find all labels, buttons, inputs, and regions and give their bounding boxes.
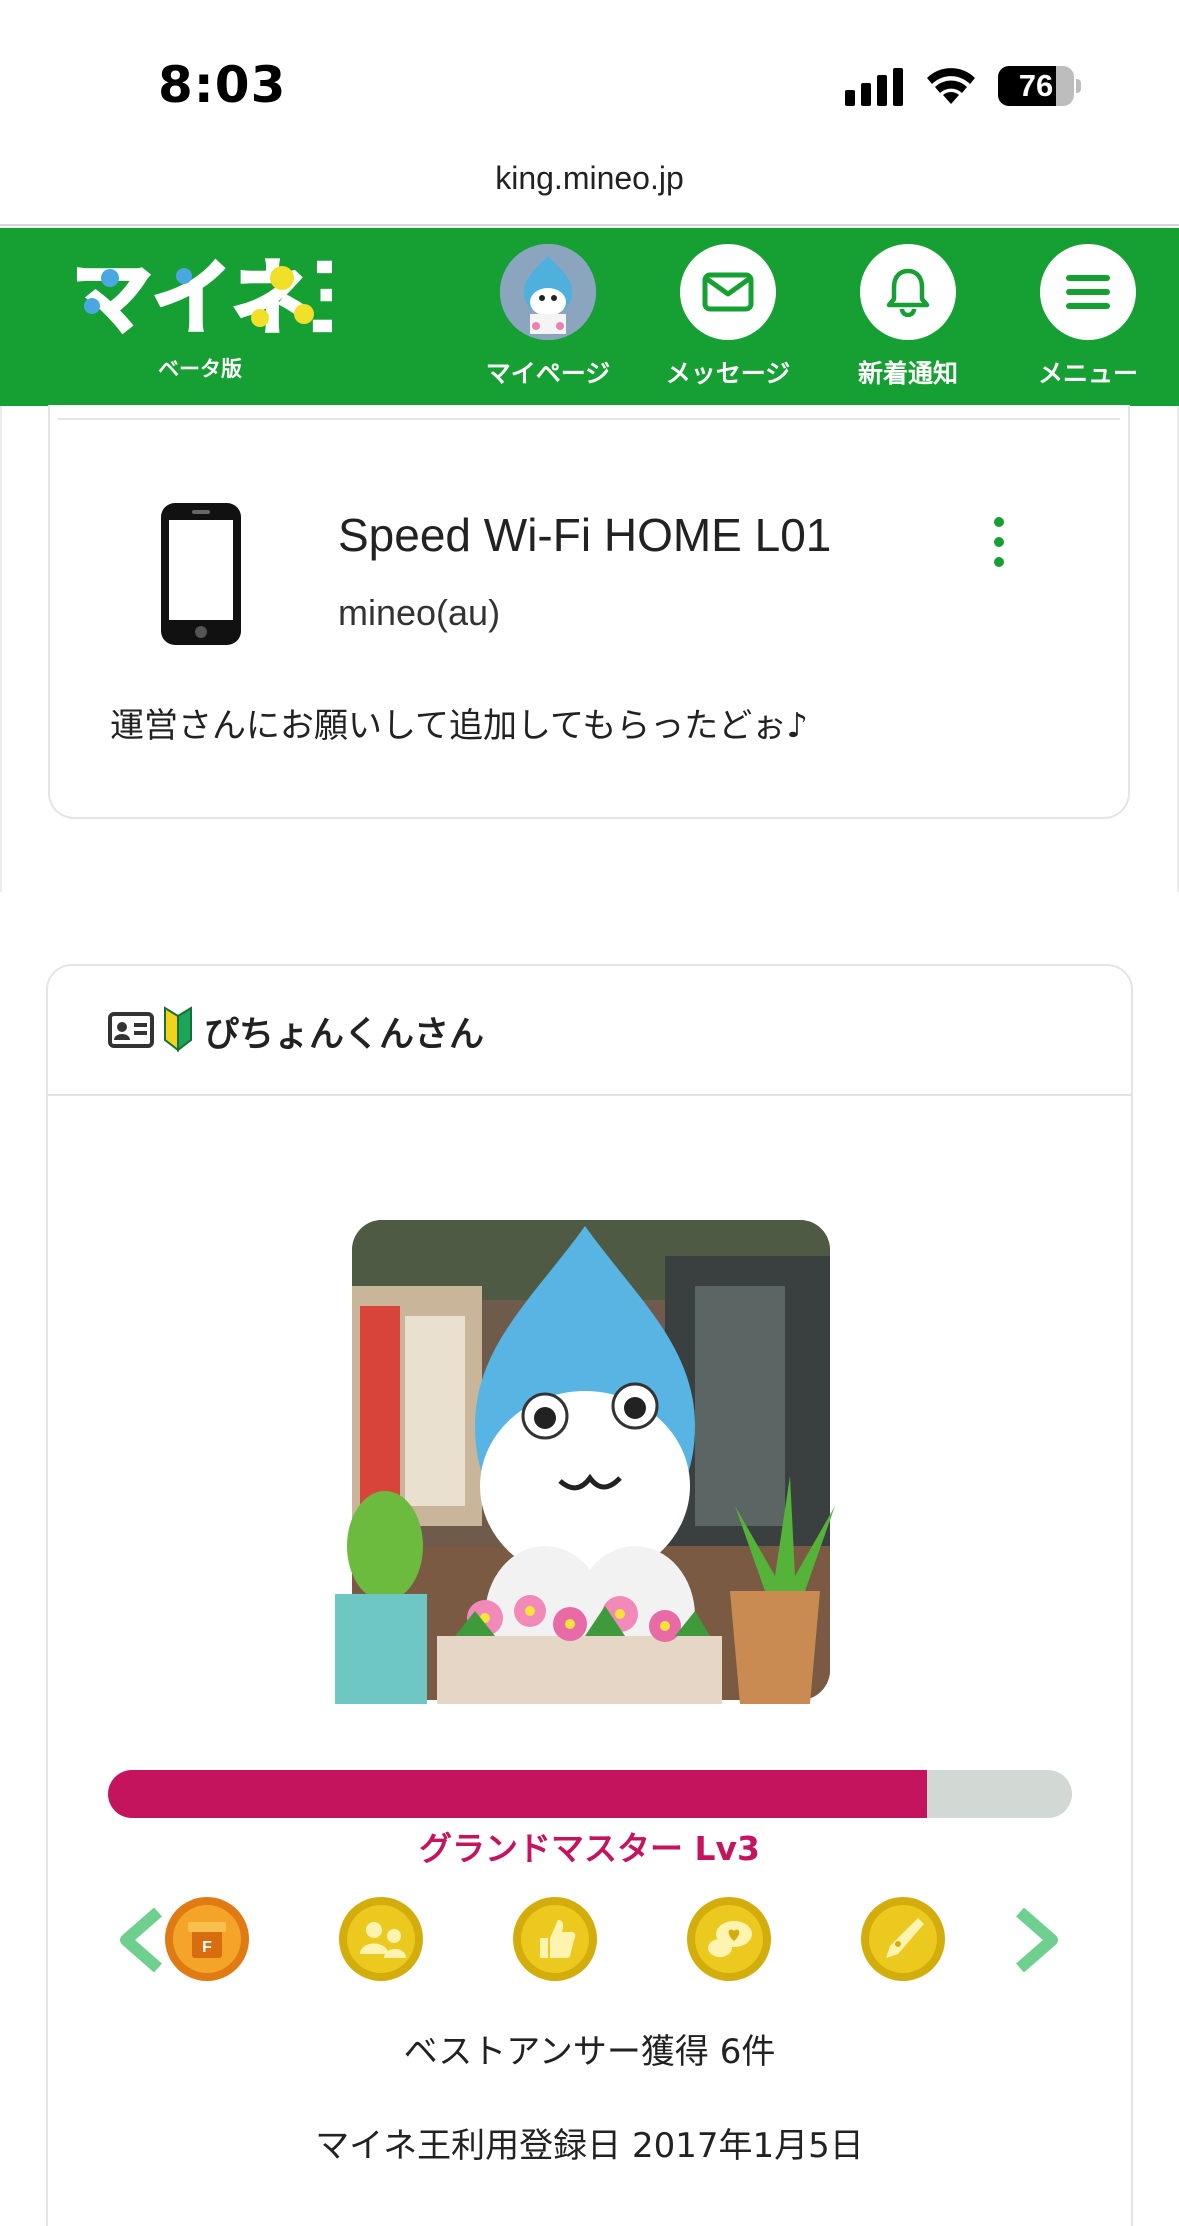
- pen-badge-icon[interactable]: [860, 1896, 946, 1982]
- device-name: Speed Wi-Fi HOME L01: [338, 509, 832, 561]
- battery-percent: 76: [1018, 68, 1054, 103]
- bell-icon: [886, 268, 930, 317]
- nav-mypage-label: マイページ: [485, 359, 611, 388]
- rank-label: グランドマスター Lv3: [419, 1829, 760, 1868]
- divider: [0, 406, 2, 892]
- divider: [58, 418, 1120, 420]
- status-time: 8:03: [158, 56, 287, 114]
- nav-menu-label: メニュー: [1037, 359, 1138, 388]
- registration-date: マイネ王利用登録日 2017年1月5日: [315, 2126, 864, 2166]
- people-badge-icon[interactable]: [338, 1896, 424, 1982]
- nav-message-label: メッセージ: [665, 359, 791, 388]
- id-card-icon: [108, 1012, 154, 1048]
- more-options-icon[interactable]: [984, 514, 1014, 570]
- logo-beta-label: ベータ版: [158, 357, 242, 381]
- profile-avatar-image: [335, 1220, 835, 1704]
- site-header: マイネ王 ベータ版 マイページ: [0, 228, 1179, 406]
- level-progress-bar: [108, 1770, 1072, 1818]
- smartphone-icon: [161, 503, 241, 645]
- gift-badge-icon[interactable]: F: [164, 1896, 250, 1982]
- device-carrier: mineo(au): [338, 592, 501, 633]
- svg-text:F: F: [202, 1939, 212, 1956]
- level-progress-fill: [108, 1770, 928, 1818]
- cellular-signal-icon: [845, 68, 903, 106]
- envelope-icon: [702, 272, 754, 312]
- best-answer-count: ベストアンサー獲得 6件: [403, 2032, 776, 2072]
- nav-mypage[interactable]: マイページ: [473, 244, 623, 394]
- address-bar-url[interactable]: king.mineo.jp: [0, 160, 1179, 197]
- chevron-left-icon[interactable]: [118, 1908, 168, 1972]
- divider: [0, 224, 1179, 226]
- beginner-mark-icon: [164, 1006, 192, 1052]
- profile-name: ぴちょんくんさん: [204, 1015, 485, 1055]
- nav-notifications[interactable]: 新着通知: [833, 244, 983, 394]
- chat-heart-badge-icon[interactable]: [686, 1896, 772, 1982]
- battery-icon: 76: [998, 66, 1081, 106]
- device-comment: 運営さんにお願いして追加してもらったどぉ♪: [110, 706, 808, 746]
- avatar: [500, 244, 596, 340]
- status-bar: 8:03 76 king.mineo.jp: [0, 0, 1179, 196]
- wifi-icon: [927, 68, 975, 104]
- chevron-right-icon[interactable]: [1010, 1908, 1060, 1972]
- thumbs-up-badge-icon[interactable]: [512, 1896, 598, 1982]
- hamburger-icon: [1066, 275, 1110, 309]
- nav-message[interactable]: メッセージ: [653, 244, 803, 394]
- logo-text: マイネ王: [72, 252, 332, 345]
- divider: [48, 1094, 1131, 1096]
- nav-notifications-label: 新着通知: [857, 359, 958, 388]
- nav-menu[interactable]: メニュー: [1013, 244, 1163, 394]
